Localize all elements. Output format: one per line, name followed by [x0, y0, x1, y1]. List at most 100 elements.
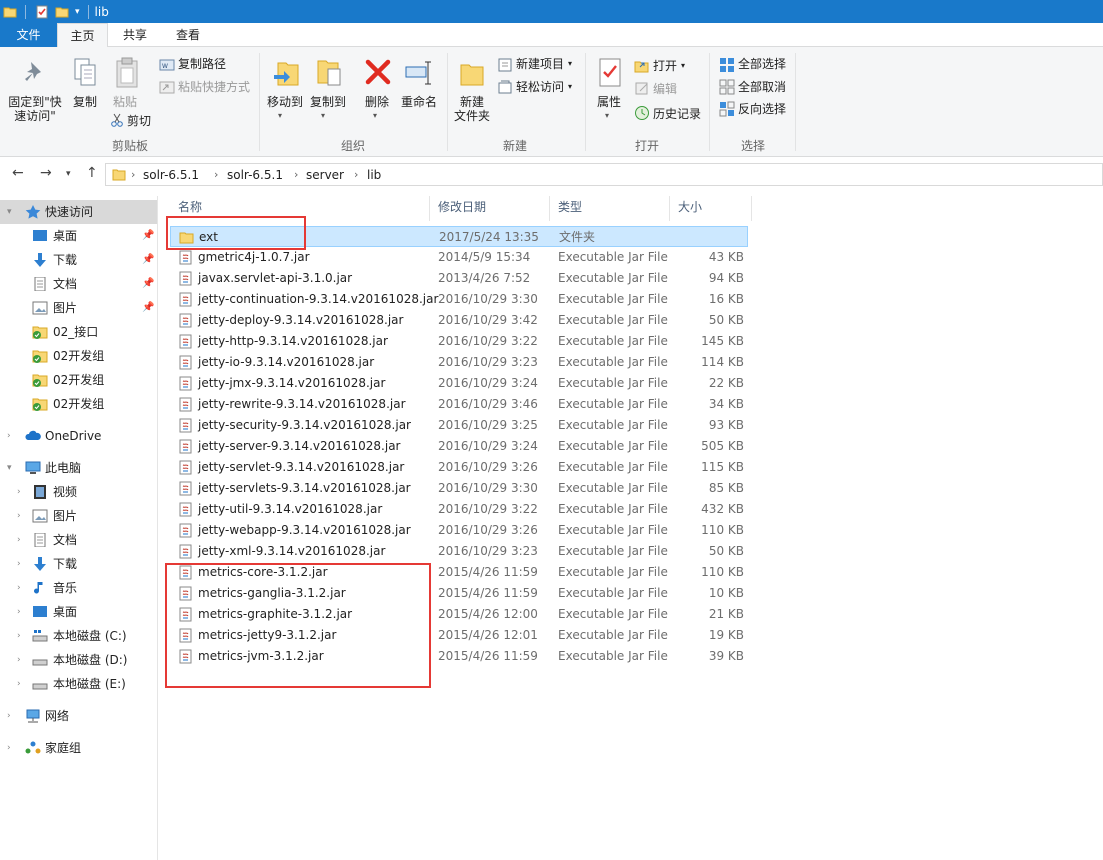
properties-button[interactable]: 属性 [594, 95, 624, 109]
nav-music[interactable]: › 音乐 [0, 576, 157, 600]
delete-dropdown-icon[interactable]: ▾ [373, 109, 377, 123]
select-none-button[interactable]: 全部取消 [738, 80, 786, 94]
copy-path-button[interactable]: 复制路径 [178, 57, 226, 71]
expand-chevron-icon[interactable]: › [17, 600, 21, 624]
nav-network[interactable]: › 网络 [0, 704, 157, 728]
nav-quick-access[interactable]: ▾ 快速访问 [0, 200, 157, 224]
new-item-dropdown-icon[interactable]: ▾ [568, 57, 572, 71]
breadcrumb-solr-outer[interactable]: solr-6.5.1 [143, 164, 199, 186]
file-row[interactable]: jetty-servlets-9.3.14.v20161028.jar 2016/… [170, 478, 748, 499]
recent-locations-chevron-icon[interactable]: ▾ [66, 169, 71, 179]
copy-to-button[interactable]: 复制到 [307, 95, 349, 109]
file-row[interactable]: jetty-io-9.3.14.v20161028.jar 2016/10/29 … [170, 352, 748, 373]
file-row[interactable]: jetty-rewrite-9.3.14.v20161028.jar 2016/1… [170, 394, 748, 415]
file-row[interactable]: jetty-deploy-9.3.14.v20161028.jar 2016/10… [170, 310, 748, 331]
expand-chevron-icon[interactable]: › [17, 576, 21, 600]
history-button[interactable]: 历史记录 [653, 107, 701, 121]
nav-homegroup[interactable]: › 家庭组 [0, 736, 157, 760]
easy-access-dropdown-icon[interactable]: ▾ [568, 80, 572, 94]
edit-button[interactable]: 编辑 [653, 82, 677, 96]
open-dropdown-icon[interactable]: ▾ [681, 59, 685, 73]
file-row[interactable]: jetty-security-9.3.14.v20161028.jar 2016/… [170, 415, 748, 436]
column-header-name[interactable]: 名称 [170, 196, 430, 221]
tab-home[interactable]: 主页 [57, 23, 108, 48]
file-row[interactable]: gmetric4j-1.0.7.jar 2014/5/9 15:34 Executa… [170, 247, 748, 268]
nav-pc-pictures[interactable]: › 图片 [0, 504, 157, 528]
collapse-chevron-icon[interactable]: ▾ [7, 200, 12, 224]
expand-chevron-icon[interactable]: › [7, 424, 11, 448]
file-row[interactable]: metrics-graphite-3.1.2.jar 2015/4/26 12:0… [170, 604, 748, 625]
folder-row[interactable]: ext 2017/5/24 13:35 文件夹 [170, 226, 748, 247]
column-header-size[interactable]: 大小 [670, 196, 752, 221]
nav-folder-02-dev-3[interactable]: 02开发组 [0, 392, 157, 416]
nav-documents[interactable]: 文档 📌 [0, 272, 157, 296]
forward-arrow-icon[interactable]: → [40, 165, 52, 181]
select-all-button[interactable]: 全部选择 [738, 57, 786, 71]
breadcrumb-separator[interactable]: › [214, 164, 218, 186]
column-header-date[interactable]: 修改日期 [430, 196, 550, 221]
invert-selection-button[interactable]: 反向选择 [738, 102, 786, 116]
column-header-type[interactable]: 类型 [550, 196, 670, 221]
expand-chevron-icon[interactable]: › [17, 504, 21, 528]
breadcrumb-lib[interactable]: lib [367, 164, 381, 186]
breadcrumb-separator[interactable]: › [131, 164, 135, 186]
nav-disk-c[interactable]: › 本地磁盘 (C:) [0, 624, 157, 648]
expand-chevron-icon[interactable]: › [17, 624, 21, 648]
file-row[interactable]: metrics-jvm-3.1.2.jar 2015/4/26 11:59 Exec… [170, 646, 748, 667]
file-row[interactable]: jetty-webapp-9.3.14.v20161028.jar 2016/10… [170, 520, 748, 541]
file-row[interactable]: jetty-server-9.3.14.v20161028.jar 2016/10… [170, 436, 748, 457]
breadcrumb-server[interactable]: server [306, 164, 344, 186]
nav-folder-02-dev-2[interactable]: 02开发组 [0, 368, 157, 392]
expand-chevron-icon[interactable]: › [17, 480, 21, 504]
paste-shortcut-button[interactable]: 粘贴快捷方式 [178, 80, 250, 94]
properties-quick-icon[interactable] [35, 5, 49, 19]
file-row[interactable]: jetty-continuation-9.3.14.v20161028.jar 2… [170, 289, 748, 310]
expand-chevron-icon[interactable]: › [7, 704, 11, 728]
open-button[interactable]: 打开 [653, 59, 677, 73]
file-row[interactable]: metrics-ganglia-3.1.2.jar 2015/4/26 11:59… [170, 583, 748, 604]
expand-chevron-icon[interactable]: › [17, 528, 21, 552]
move-to-button[interactable]: 移动到 [264, 95, 306, 109]
cut-button[interactable]: 剪切 [127, 114, 151, 128]
file-row[interactable]: jetty-http-9.3.14.v20161028.jar 2016/10/2… [170, 331, 748, 352]
rename-button[interactable]: 重命名 [399, 95, 439, 109]
paste-button[interactable]: 粘贴 [110, 95, 140, 109]
back-arrow-icon[interactable]: ← [12, 165, 24, 181]
nav-pc-documents[interactable]: › 文档 [0, 528, 157, 552]
nav-pictures[interactable]: 图片 📌 [0, 296, 157, 320]
pin-to-quick-access-button[interactable]: 固定到"快 速访问" [2, 95, 68, 123]
easy-access-button[interactable]: 轻松访问 [516, 80, 564, 94]
nav-folder-02-dev-1[interactable]: 02开发组 [0, 344, 157, 368]
nav-desktop[interactable]: 桌面 📌 [0, 224, 157, 248]
move-to-dropdown-icon[interactable]: ▾ [278, 109, 282, 123]
breadcrumb-solr-inner[interactable]: solr-6.5.1 [227, 164, 283, 186]
file-row[interactable]: metrics-core-3.1.2.jar 2015/4/26 11:59 Exe… [170, 562, 748, 583]
nav-videos[interactable]: › 视频 [0, 480, 157, 504]
file-row[interactable]: jetty-xml-9.3.14.v20161028.jar 2016/10/29… [170, 541, 748, 562]
nav-this-pc[interactable]: ▾ 此电脑 [0, 456, 157, 480]
new-folder-button[interactable]: 新建 文件夹 [452, 95, 492, 123]
address-bar[interactable]: › solr-6.5.1 › solr-6.5.1 › server › lib [105, 163, 1103, 186]
up-arrow-icon[interactable]: ↑ [86, 165, 98, 181]
breadcrumb-separator[interactable]: › [294, 164, 298, 186]
customize-quick-access-icon[interactable]: ▾ [75, 7, 80, 17]
breadcrumb-separator[interactable]: › [354, 164, 358, 186]
copy-to-dropdown-icon[interactable]: ▾ [321, 109, 325, 123]
nav-onedrive[interactable]: › OneDrive [0, 424, 157, 448]
copy-button[interactable]: 复制 [70, 95, 100, 109]
new-item-button[interactable]: 新建项目 [516, 57, 564, 71]
file-row[interactable]: jetty-util-9.3.14.v20161028.jar 2016/10/2… [170, 499, 748, 520]
nav-pc-downloads[interactable]: › 下载 [0, 552, 157, 576]
nav-folder-02-interface[interactable]: 02_接口 [0, 320, 157, 344]
expand-chevron-icon[interactable]: › [17, 648, 21, 672]
tab-share[interactable]: 共享 [110, 23, 160, 47]
delete-button[interactable]: 删除 [362, 95, 392, 109]
nav-downloads[interactable]: 下载 📌 [0, 248, 157, 272]
file-row[interactable]: jetty-jmx-9.3.14.v20161028.jar 2016/10/29… [170, 373, 748, 394]
nav-disk-d[interactable]: › 本地磁盘 (D:) [0, 648, 157, 672]
expand-chevron-icon[interactable]: › [17, 672, 21, 696]
nav-pc-desktop[interactable]: › 桌面 [0, 600, 157, 624]
file-row[interactable]: javax.servlet-api-3.1.0.jar 2013/4/26 7:5… [170, 268, 748, 289]
properties-dropdown-icon[interactable]: ▾ [605, 109, 609, 123]
tab-view[interactable]: 查看 [162, 23, 214, 47]
